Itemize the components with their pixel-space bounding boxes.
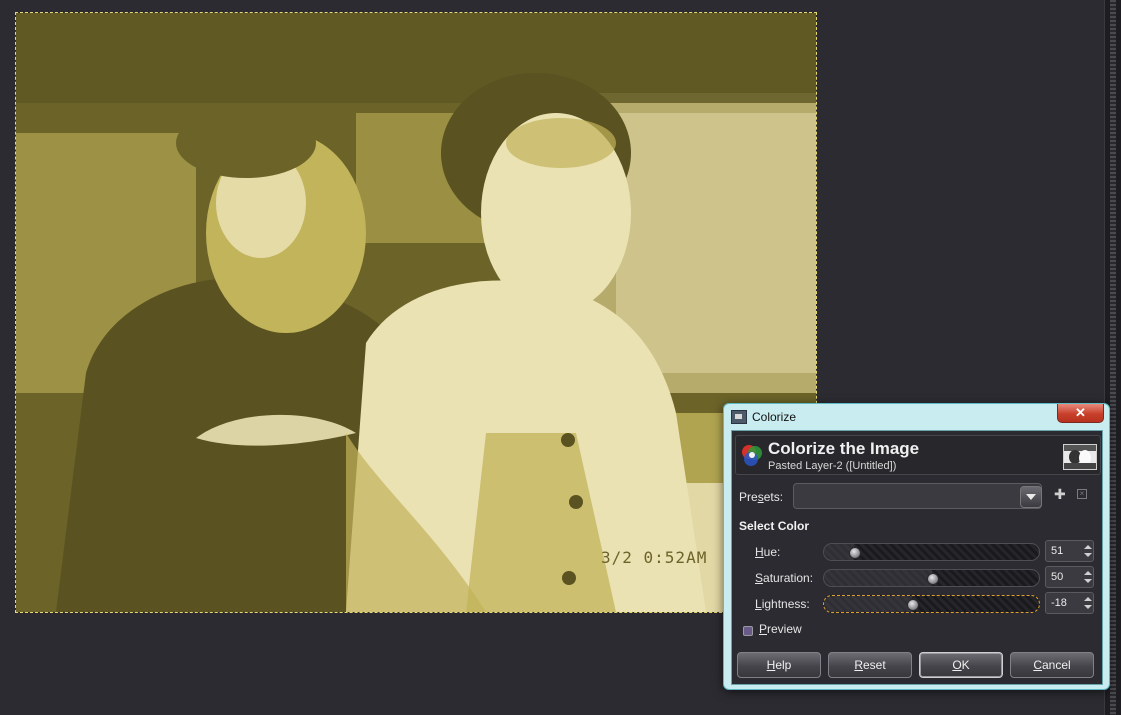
dialog-body: Colorize the Image Pasted Layer-2 ([Unti… [731,430,1103,685]
lightness-slider-handle[interactable] [907,599,919,611]
reset-button[interactable]: Reset [828,652,912,678]
saturation-value: 50 [1051,571,1064,583]
layer-thumbnail [1063,444,1097,470]
saturation-spinbutton[interactable]: 50 [1045,566,1094,588]
presets-label: Presets: [739,490,784,504]
saturation-slider[interactable] [823,569,1040,587]
delete-preset-icon[interactable]: × [1077,489,1087,499]
cancel-button[interactable]: Cancel [1010,652,1094,678]
hue-spinbutton[interactable]: 51 [1045,540,1094,562]
gimp-window-icon [731,410,747,424]
layer-name: Pasted Layer-2 ([Untitled]) [768,460,897,472]
saturation-decrement-icon[interactable] [1084,579,1092,583]
hue-slider-handle[interactable] [849,547,861,559]
hue-label: Hue: [755,545,781,559]
resize-grip[interactable] [1110,0,1116,715]
colorize-dialog: Colorize ✕ Colorize the Image Pasted Lay… [723,403,1110,690]
dialog-heading: Colorize the Image [768,439,920,458]
dialog-header: Colorize the Image Pasted Layer-2 ([Unti… [735,435,1101,475]
lightness-slider[interactable] [823,595,1040,613]
saturation-increment-icon[interactable] [1084,571,1092,575]
lightness-slider-fill [824,596,912,612]
hue-increment-icon[interactable] [1084,545,1092,549]
window-title: Colorize [752,410,797,424]
preview-label[interactable]: Preview [759,622,802,636]
dialog-titlebar[interactable]: Colorize ✕ [724,404,1109,430]
saturation-label: Saturation: [755,571,814,585]
hue-decrement-icon[interactable] [1084,553,1092,557]
hue-value: 51 [1051,545,1064,557]
lightness-spinbutton[interactable]: -18 [1045,592,1094,614]
hue-slider[interactable] [823,543,1040,561]
lightness-decrement-icon[interactable] [1084,605,1092,609]
colorize-icon [742,445,762,466]
thumbnail-image [1064,445,1096,469]
timestamp-overlay: 3/2 0:52AM [601,548,708,567]
close-button[interactable]: ✕ [1057,404,1104,423]
close-icon: ✕ [1075,405,1086,420]
ok-button[interactable]: OK [919,652,1003,678]
presets-combobox[interactable] [793,483,1042,509]
help-button[interactable]: Help [737,652,821,678]
preview-checkbox[interactable] [743,626,753,636]
add-preset-icon[interactable]: ✚ [1054,487,1066,501]
lightness-value: -18 [1051,597,1067,609]
saturation-slider-handle[interactable] [927,573,939,585]
image-layer[interactable]: 3/2 0:52AM [15,12,817,613]
lightness-increment-icon[interactable] [1084,597,1092,601]
lightness-label: Lightness: [755,597,810,611]
saturation-slider-fill [824,570,932,586]
select-color-heading: Select Color [739,519,810,533]
colorized-photo [16,13,816,612]
chevron-down-icon[interactable] [1020,486,1042,508]
